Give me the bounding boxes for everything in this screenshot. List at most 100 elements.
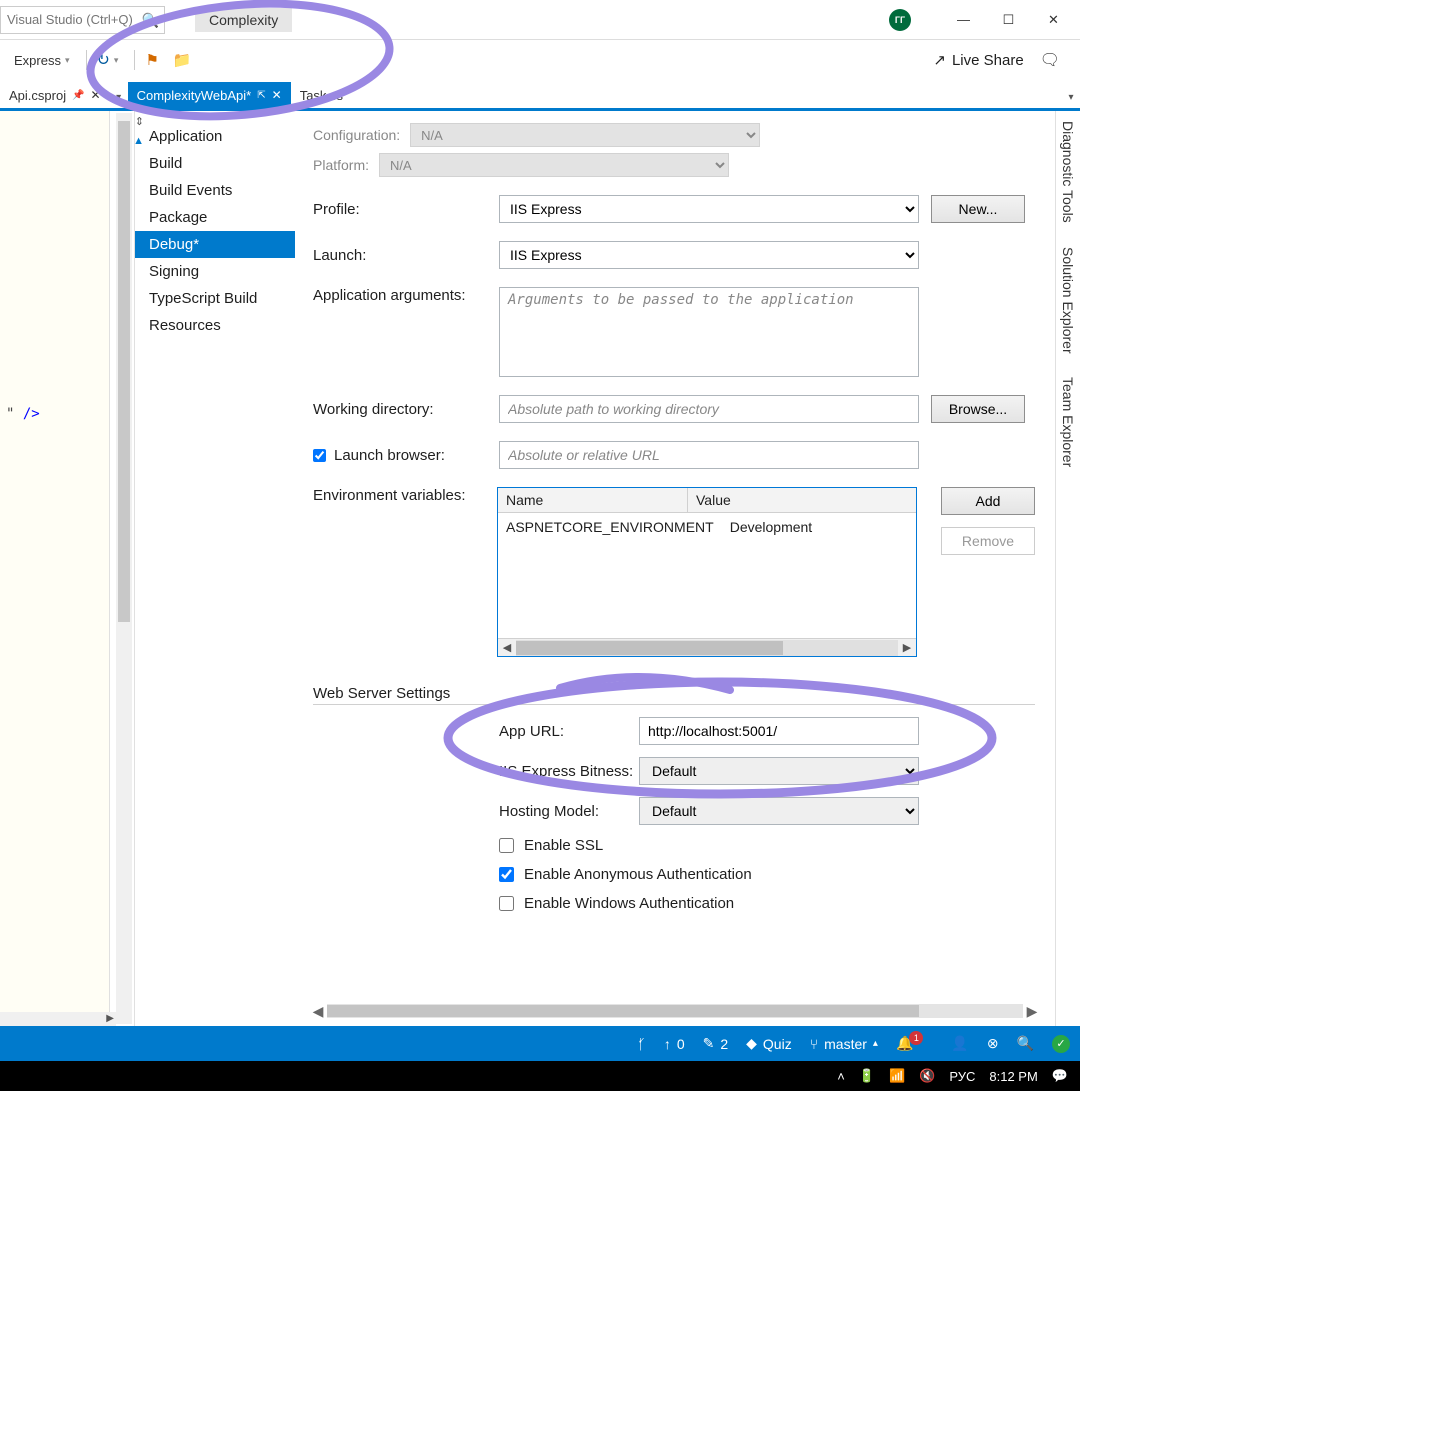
workdir-input[interactable]: [499, 395, 919, 423]
env-name-header: Name: [498, 488, 688, 512]
env-vars-table[interactable]: Name Value ASPNETCORE_ENVIRONMENT Develo…: [497, 487, 917, 657]
profile-label: Profile:: [313, 201, 499, 218]
launch-label: Launch:: [313, 247, 499, 264]
content-horizontal-scrollbar[interactable]: ◀ ▶: [309, 1002, 1041, 1020]
account-avatar[interactable]: ГГ: [889, 9, 911, 31]
tab-list-dropdown[interactable]: ▾: [1062, 86, 1080, 108]
windows-taskbar: ˄ 🔋 📶 🔇 РУС 8:12 PM 💬: [0, 1061, 1080, 1091]
split-handle[interactable]: ⇕: [135, 115, 144, 128]
chevron-down-icon: ▾: [114, 55, 119, 66]
notification-badge: 1: [909, 1031, 923, 1045]
nav-typescript-build[interactable]: TypeScript Build: [135, 285, 295, 312]
notifications-bell[interactable]: 🔔 1: [896, 1035, 933, 1052]
env-row[interactable]: ASPNETCORE_ENVIRONMENT Development: [498, 513, 916, 541]
enable-anon-checkbox[interactable]: [499, 867, 514, 882]
diamond-icon: ◆: [746, 1035, 757, 1052]
enable-winauth-checkbox[interactable]: [499, 896, 514, 911]
search-icon[interactable]: 🔍: [142, 12, 159, 29]
iis-bitness-label: IIS Express Bitness:: [499, 763, 639, 780]
arrow-up-icon: ↑: [664, 1036, 671, 1052]
new-profile-button[interactable]: New...: [931, 195, 1025, 223]
nav-build[interactable]: Build: [135, 150, 295, 177]
left-vertical-scrollbar[interactable]: [116, 113, 132, 1024]
nav-application[interactable]: Application: [135, 123, 295, 150]
solution-title: Complexity: [195, 8, 292, 32]
app-url-input[interactable]: [639, 717, 919, 745]
refresh-button[interactable]: ↻ ▾: [93, 48, 123, 72]
pin-icon[interactable]: ⇱: [257, 90, 265, 101]
browse-button[interactable]: Browse...: [931, 395, 1025, 423]
close-window-button[interactable]: ✕: [1031, 5, 1076, 35]
status-zoom-icon[interactable]: 🔍: [1017, 1035, 1034, 1052]
nav-resources[interactable]: Resources: [135, 312, 295, 339]
vtab-team-explorer[interactable]: Team Explorer: [1057, 367, 1079, 477]
wifi-icon[interactable]: 📶: [889, 1068, 905, 1084]
pending-changes[interactable]: ✎ 2: [703, 1035, 729, 1052]
launch-select[interactable]: IIS Express: [499, 241, 919, 269]
work-area: ▶ " /> ⇕ ▲ Application Build Build Event…: [0, 108, 1080, 1026]
maximize-button[interactable]: ☐: [986, 5, 1031, 35]
launch-browser-url-input[interactable]: [499, 441, 919, 469]
enable-winauth-label: Enable Windows Authentication: [524, 895, 734, 912]
hosting-model-select[interactable]: Default: [639, 797, 919, 825]
branch-icon: ⑂: [810, 1036, 818, 1052]
language-indicator[interactable]: РУС: [949, 1069, 975, 1084]
remove-env-button: Remove: [941, 527, 1035, 555]
profile-select[interactable]: IIS Express: [499, 195, 919, 223]
web-server-section-header: Web Server Settings: [313, 685, 1035, 705]
app-args-label: Application arguments:: [313, 287, 499, 304]
nav-debug[interactable]: Debug*: [135, 231, 295, 258]
nav-build-events[interactable]: Build Events: [135, 177, 295, 204]
code-snippet: " />: [6, 406, 40, 422]
git-unpushed[interactable]: ↑ 0: [664, 1036, 685, 1052]
branch-indicator[interactable]: ⑂ master ▴: [810, 1036, 878, 1052]
clock[interactable]: 8:12 PM: [989, 1069, 1037, 1084]
tab-overflow-btn[interactable]: ▾: [110, 86, 128, 108]
close-icon[interactable]: ✕: [272, 88, 282, 102]
expand-up-icon[interactable]: ▲: [133, 135, 144, 147]
nav-signing[interactable]: Signing: [135, 258, 295, 285]
refresh-icon: ↻: [97, 50, 110, 70]
launch-browser-label: Launch browser:: [334, 447, 445, 464]
env-value-header: Value: [688, 488, 916, 512]
doc-tab-taskcs[interactable]: Task.cs: [291, 82, 352, 108]
property-page-content: Configuration: N/A Platform: N/A Profile…: [295, 111, 1055, 1026]
status-cloud-icon[interactable]: ⊗: [987, 1035, 999, 1052]
close-icon[interactable]: ✕: [91, 88, 101, 102]
app-url-label: App URL:: [499, 723, 639, 740]
configuration-select: N/A: [410, 123, 760, 147]
minimize-button[interactable]: —: [941, 5, 986, 35]
tray-chevron-icon[interactable]: ˄: [837, 1069, 845, 1084]
status-ready: ✓: [1052, 1035, 1070, 1053]
vtab-solution-explorer[interactable]: Solution Explorer: [1057, 237, 1079, 364]
action-center-icon[interactable]: 💬: [1052, 1068, 1068, 1084]
iis-bitness-select[interactable]: Default: [639, 757, 919, 785]
enable-ssl-checkbox[interactable]: [499, 838, 514, 853]
tool-button-1[interactable]: ⚑: [141, 49, 162, 71]
nav-package[interactable]: Package: [135, 204, 295, 231]
launch-browser-checkbox[interactable]: [313, 449, 326, 462]
run-config-dropdown[interactable]: Express ▾: [10, 51, 74, 70]
feedback-button[interactable]: 🗨: [1036, 48, 1064, 72]
title-bar: 🔍 Complexity ГГ — ☐ ✕: [0, 0, 1080, 40]
add-env-button[interactable]: Add: [941, 487, 1035, 515]
status-orange-icon[interactable]: 👤: [951, 1035, 968, 1052]
doc-tab-active[interactable]: ComplexityWebApi* ⇱ ✕: [128, 82, 291, 108]
vtab-diagnostic-tools[interactable]: Diagnostic Tools: [1057, 111, 1079, 233]
chevron-down-icon: ▾: [65, 55, 70, 66]
side-tool-tabs: Diagnostic Tools Solution Explorer Team …: [1055, 111, 1080, 1026]
left-horizontal-scrollbar[interactable]: ▶: [0, 1012, 116, 1026]
tool-button-2[interactable]: 📁: [169, 49, 196, 71]
live-share-button[interactable]: ↗ Live Share: [933, 51, 1023, 69]
chevron-up-icon: ▴: [873, 1038, 878, 1049]
app-args-input[interactable]: [499, 287, 919, 377]
quick-launch-input[interactable]: [0, 6, 165, 34]
battery-icon[interactable]: 🔋: [859, 1068, 875, 1084]
repo-indicator[interactable]: ◆ Quiz: [746, 1035, 792, 1052]
doc-tab-csproj[interactable]: Api.csproj 📌 ✕: [0, 82, 110, 108]
cloud-sync-icon: ⊗: [987, 1035, 999, 1052]
env-horizontal-scrollbar[interactable]: ◀ ▶: [498, 638, 916, 656]
volume-mute-icon[interactable]: 🔇: [919, 1068, 935, 1084]
pin-icon[interactable]: 📌: [72, 90, 84, 101]
git-pull-requests[interactable]: ᚶ: [637, 1036, 645, 1052]
